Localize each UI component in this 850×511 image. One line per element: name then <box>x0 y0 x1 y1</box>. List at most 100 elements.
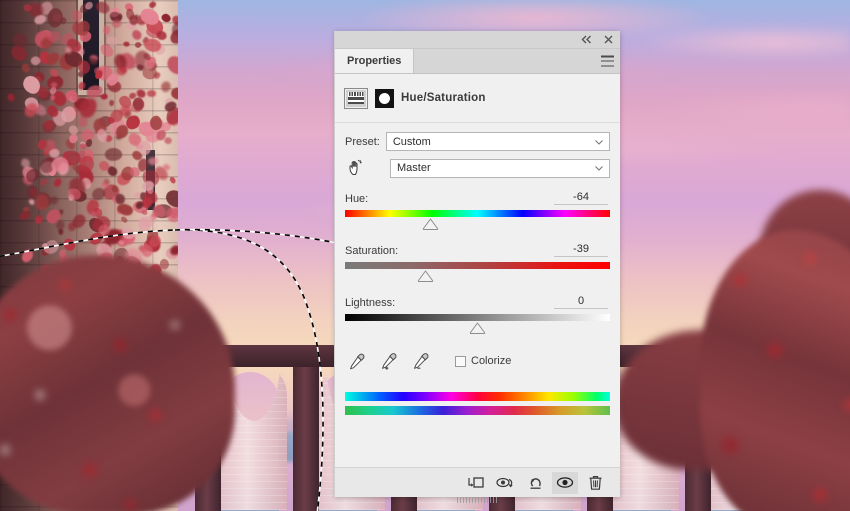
ivy-leaf <box>156 30 167 41</box>
eyedropper-glyph <box>349 353 364 369</box>
ivy-leaf <box>78 142 87 150</box>
chevron-down-icon <box>595 139 603 145</box>
ivy-leaf <box>27 198 35 206</box>
channel-value: Master <box>397 162 431 174</box>
preset-value: Custom <box>392 135 431 148</box>
tab-properties[interactable]: Properties <box>335 49 415 73</box>
lightness-slider-thumb[interactable] <box>469 322 486 334</box>
menu-line <box>601 65 614 67</box>
ivy-leaf <box>119 214 128 223</box>
ivy-leaf <box>89 57 99 66</box>
screenshot-root: Properties Hue/Saturation Preset: Custom… <box>0 0 850 511</box>
eyedropper-tools-row: Colorize <box>335 352 620 370</box>
lightness-slider-header: Lightness: 0 <box>345 295 610 309</box>
eye-icon <box>556 477 574 488</box>
hue-value-input[interactable]: -64 <box>554 191 608 205</box>
adjustment-title: Hue/Saturation <box>401 92 486 104</box>
colorize-label: Colorize <box>471 355 512 367</box>
hue-track-wrap[interactable] <box>345 210 610 230</box>
ivy-leaf <box>68 125 78 134</box>
ivy-leaf <box>93 0 112 17</box>
view-previous-state-button[interactable] <box>492 472 518 494</box>
adjustment-header: Hue/Saturation <box>335 74 620 113</box>
colorize-control[interactable]: Colorize <box>455 355 511 367</box>
viaduct-pier <box>293 367 319 511</box>
preset-select[interactable]: Custom <box>385 132 610 151</box>
panel-menu-button[interactable] <box>601 55 614 67</box>
panel-titlebar[interactable] <box>335 31 620 49</box>
saturation-value-input[interactable]: -39 <box>554 243 608 257</box>
ivy-leaf <box>115 201 135 219</box>
eyedropper-subtract-icon[interactable] <box>411 352 429 370</box>
targeted-adjustment-hand-icon[interactable] <box>345 158 367 178</box>
hue-slider-header: Hue: -64 <box>345 191 610 205</box>
ivy-leaf <box>115 125 128 139</box>
properties-panel[interactable]: Properties Hue/Saturation Preset: Custom… <box>334 31 620 503</box>
hue-slider-block: Hue: -64 <box>335 191 620 230</box>
panel-footer-toolbar <box>335 467 620 497</box>
tab-properties-label: Properties <box>347 55 402 67</box>
ivy-leaf <box>21 62 31 73</box>
delete-layer-button[interactable] <box>582 472 608 494</box>
ivy-leaf <box>65 46 72 54</box>
mask-dot <box>379 92 390 104</box>
hue-slider-thumb[interactable] <box>422 218 439 230</box>
hue-reference-bars <box>335 392 620 415</box>
panel-tab-strip[interactable]: Properties <box>335 49 620 74</box>
double-chevron-left-icon <box>581 35 591 44</box>
ivy-leaf <box>39 177 48 187</box>
ivy-leaf <box>106 36 119 47</box>
lightness-label: Lightness: <box>345 297 396 309</box>
close-icon <box>604 35 613 44</box>
saturation-slider-header: Saturation: -39 <box>345 243 610 257</box>
eyedropper-icon[interactable] <box>347 352 365 370</box>
lightness-track[interactable] <box>345 314 610 321</box>
toggle-visibility-button[interactable] <box>552 471 578 494</box>
ivy-leaf <box>168 176 177 185</box>
ivy-leaf <box>147 155 160 167</box>
adjustment-layer-thumbnail-icon[interactable] <box>344 87 368 109</box>
trash-icon <box>589 475 601 490</box>
ivy-leaf <box>46 7 64 29</box>
panel-body: Hue/Saturation Preset: Custom Master Hue… <box>335 74 620 485</box>
ivy-leaf <box>123 41 130 47</box>
channel-select[interactable]: Master <box>390 158 610 178</box>
tab-filler <box>414 49 620 73</box>
ivy-leaf <box>164 206 178 224</box>
ivy-leaf <box>164 53 178 77</box>
layer-mask-thumbnail-icon[interactable] <box>375 88 394 108</box>
collapse-panel-button[interactable] <box>580 33 593 46</box>
ivy-leaf <box>143 39 161 53</box>
reset-button[interactable] <box>522 472 548 494</box>
original-hue-bar <box>345 392 610 401</box>
chevron-down-icon <box>595 166 603 171</box>
colorize-checkbox[interactable] <box>455 355 466 367</box>
lightness-track-wrap[interactable] <box>345 314 610 334</box>
ivy-leaf <box>162 136 173 146</box>
menu-line <box>601 55 614 57</box>
eyedropper-add-icon[interactable] <box>379 352 397 370</box>
ivy-leaf <box>171 87 178 100</box>
hand-pointer-icon <box>349 159 362 175</box>
ivy-leaf <box>108 99 115 107</box>
eyedropper-plus-glyph <box>381 352 396 370</box>
saturation-label: Saturation: <box>345 245 399 257</box>
hue-track[interactable] <box>345 210 610 217</box>
left-tree-foliage <box>0 255 235 511</box>
saturation-track[interactable] <box>345 262 610 269</box>
clip-to-layer-button[interactable] <box>462 472 488 494</box>
lightness-value-input[interactable]: 0 <box>554 295 608 309</box>
right-tree-foliage <box>700 230 850 511</box>
hue-label: Hue: <box>345 193 369 205</box>
saturation-slider-thumb[interactable] <box>417 270 434 282</box>
saturation-track-wrap[interactable] <box>345 262 610 282</box>
ivy-leaf <box>147 0 157 9</box>
adjusted-hue-bar <box>345 406 610 415</box>
header-divider <box>335 122 620 123</box>
slider-thumb-icon <box>469 322 486 334</box>
close-panel-button[interactable] <box>602 33 615 46</box>
reset-arrow-icon <box>530 477 541 489</box>
lightness-slider-block: Lightness: 0 <box>335 295 620 334</box>
clip-to-layer-icon <box>467 477 484 488</box>
panel-resize-grip[interactable] <box>456 497 499 503</box>
